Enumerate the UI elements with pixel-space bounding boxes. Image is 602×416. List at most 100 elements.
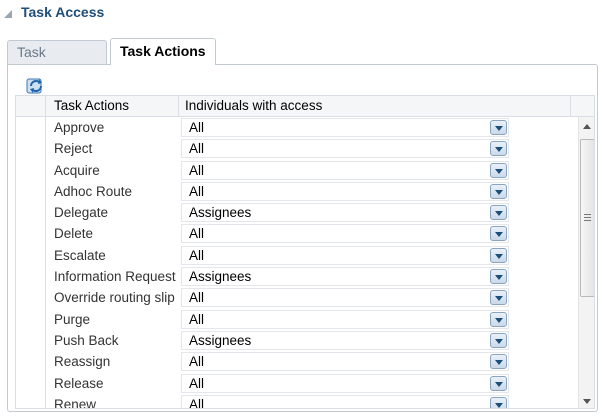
task-action-label: Reject xyxy=(54,141,93,157)
access-dropdown-value: All xyxy=(189,247,205,263)
access-dropdown[interactable]: Assignees xyxy=(181,203,509,223)
access-dropdown[interactable]: All xyxy=(181,309,509,329)
chevron-down-icon[interactable] xyxy=(490,120,507,135)
table-row[interactable]: Escalate All xyxy=(16,244,571,267)
chevron-down-icon[interactable] xyxy=(490,396,507,408)
task-actions-table: Task Actions Individuals with access App… xyxy=(15,95,595,409)
access-dropdown[interactable]: All xyxy=(181,352,509,372)
row-selector[interactable] xyxy=(16,329,46,352)
row-selector[interactable] xyxy=(16,266,46,288)
row-selector[interactable] xyxy=(16,244,46,267)
chevron-down-icon[interactable] xyxy=(490,269,507,285)
column-header-individuals-with-access[interactable]: Individuals with access xyxy=(179,96,571,117)
chevron-down-icon[interactable] xyxy=(490,141,507,157)
access-dropdown[interactable]: All xyxy=(181,245,509,265)
row-selector[interactable] xyxy=(16,351,46,373)
table-row[interactable]: Push Back Assignees xyxy=(16,329,571,352)
task-action-label: Release xyxy=(54,375,104,391)
scroll-grip-icon xyxy=(584,214,591,221)
collapse-triangle-icon[interactable] xyxy=(4,10,12,18)
chevron-down-icon[interactable] xyxy=(490,226,507,242)
task-action-label: Purge xyxy=(54,311,91,327)
table-body: Approve All Reject All Acquire All Adhoc… xyxy=(16,117,571,409)
task-action-label: Information Request xyxy=(54,269,176,285)
refresh-icon[interactable] xyxy=(26,76,46,96)
access-dropdown-value: All xyxy=(189,162,205,178)
table-row[interactable]: Release All xyxy=(16,372,571,394)
row-selector[interactable] xyxy=(16,159,46,181)
access-dropdown-value: Assignees xyxy=(189,205,252,221)
header-scroll-spacer xyxy=(571,96,594,117)
access-dropdown[interactable]: All xyxy=(181,181,509,201)
chevron-down-icon[interactable] xyxy=(490,311,507,327)
tab-task-content[interactable]: Task Content xyxy=(7,40,107,82)
chevron-down-icon[interactable] xyxy=(490,162,507,178)
table-row[interactable]: Delete All xyxy=(16,223,571,245)
page-title: Task Access xyxy=(21,4,105,20)
access-dropdown[interactable]: All xyxy=(181,373,509,393)
table-row[interactable]: Reassign All xyxy=(16,351,571,373)
chevron-down-icon[interactable] xyxy=(490,290,507,306)
table-row[interactable]: Delegate Assignees xyxy=(16,202,571,224)
chevron-down-icon[interactable] xyxy=(490,247,507,263)
task-action-label: Adhoc Route xyxy=(54,183,133,199)
access-dropdown[interactable]: Assignees xyxy=(181,330,509,350)
vertical-scrollbar[interactable] xyxy=(578,117,594,408)
task-action-label: Override routing slip xyxy=(54,290,175,306)
row-selector[interactable] xyxy=(16,287,46,309)
scroll-thumb[interactable] xyxy=(580,139,594,297)
row-selector[interactable] xyxy=(16,393,46,408)
column-header-task-actions[interactable]: Task Actions xyxy=(46,96,179,117)
table-row[interactable]: Acquire All xyxy=(16,159,571,181)
access-dropdown-value: All xyxy=(189,396,205,409)
chevron-down-icon[interactable] xyxy=(490,375,507,391)
table-row[interactable]: Purge All xyxy=(16,308,571,330)
header: Task Access xyxy=(0,0,602,26)
access-dropdown-value: All xyxy=(189,311,205,327)
access-dropdown[interactable]: Assignees xyxy=(181,267,509,287)
task-actions-panel: Task Actions Individuals with access App… xyxy=(7,64,598,412)
access-dropdown-value: All xyxy=(189,290,205,306)
task-action-label: Escalate xyxy=(54,247,106,263)
access-dropdown[interactable]: All xyxy=(181,160,509,180)
access-dropdown-value: All xyxy=(189,120,205,135)
row-selector[interactable] xyxy=(16,117,46,139)
access-dropdown-value: All xyxy=(189,226,205,242)
tab-task-actions[interactable]: Task Actions xyxy=(110,38,216,65)
row-selector[interactable] xyxy=(16,223,46,245)
row-selector[interactable] xyxy=(16,372,46,394)
table-row[interactable]: Information Request Assignees xyxy=(16,266,571,288)
row-selector[interactable] xyxy=(16,202,46,224)
table-row[interactable]: Reject All xyxy=(16,138,571,160)
scroll-down-button[interactable] xyxy=(579,393,594,408)
table-row[interactable]: Override routing slip All xyxy=(16,287,571,309)
table-row[interactable]: Renew All xyxy=(16,393,571,409)
access-dropdown[interactable]: All xyxy=(181,139,509,159)
row-selector-header xyxy=(16,96,46,117)
task-action-label: Acquire xyxy=(54,162,100,178)
task-action-label: Approve xyxy=(54,120,105,135)
access-dropdown[interactable]: All xyxy=(181,394,509,409)
access-dropdown[interactable]: All xyxy=(181,288,509,308)
table-header: Task Actions Individuals with access xyxy=(16,96,594,117)
row-selector[interactable] xyxy=(16,308,46,330)
access-dropdown[interactable]: All xyxy=(181,224,509,244)
table-row[interactable]: Adhoc Route All xyxy=(16,180,571,203)
access-dropdown-value: All xyxy=(189,375,205,391)
chevron-down-icon[interactable] xyxy=(490,205,507,221)
task-action-label: Delegate xyxy=(54,205,109,221)
access-dropdown-value: Assignees xyxy=(189,332,252,348)
row-selector[interactable] xyxy=(16,138,46,160)
task-action-label: Push Back xyxy=(54,332,119,348)
table-row[interactable]: Approve All xyxy=(16,117,571,139)
access-dropdown-value: All xyxy=(189,183,205,199)
task-action-label: Renew xyxy=(54,396,97,409)
access-dropdown[interactable]: All xyxy=(181,118,509,137)
chevron-down-icon[interactable] xyxy=(490,183,507,199)
scroll-up-button[interactable] xyxy=(579,119,594,135)
chevron-down-icon[interactable] xyxy=(490,354,507,370)
chevron-down-icon[interactable] xyxy=(490,332,507,348)
row-selector[interactable] xyxy=(16,180,46,203)
task-action-label: Delete xyxy=(54,226,94,242)
access-dropdown-value: All xyxy=(189,141,205,157)
